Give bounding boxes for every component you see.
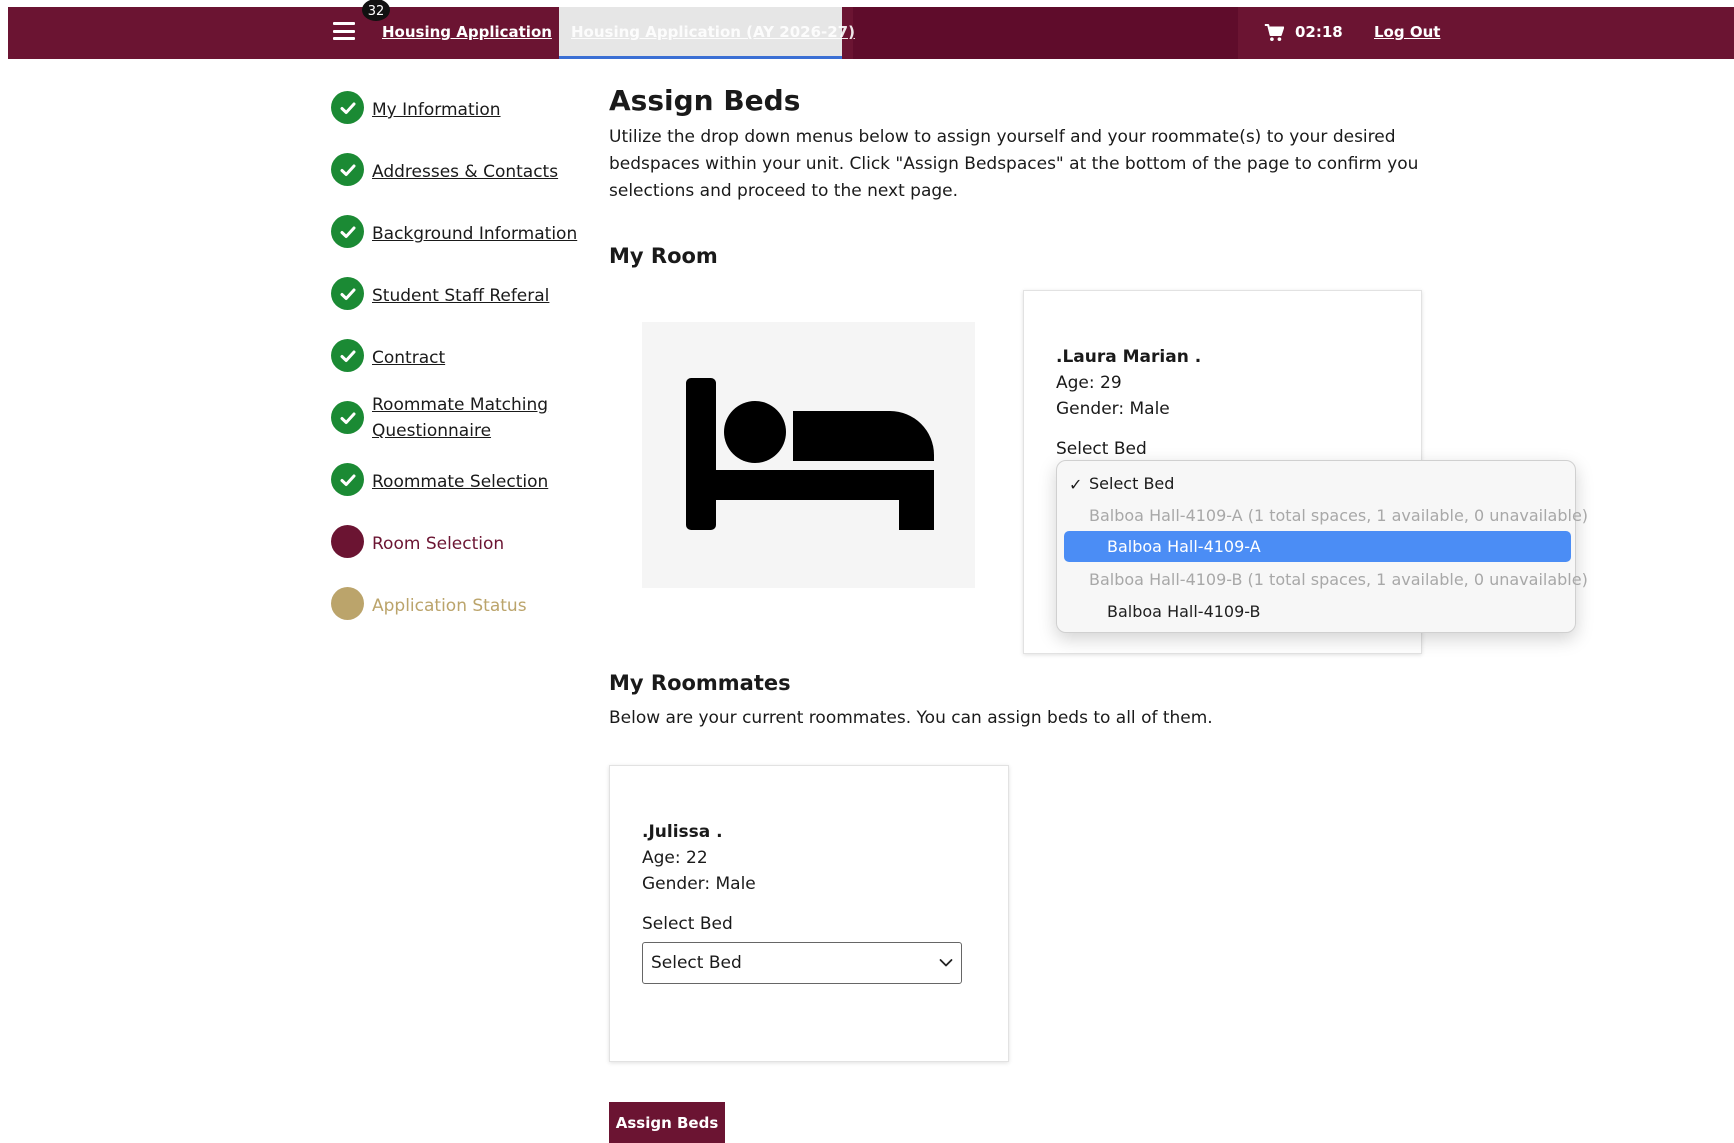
- chevron-down-icon: [939, 959, 953, 967]
- step-addresses-contacts[interactable]: Addresses & Contacts: [331, 153, 592, 186]
- pending-step-dot: [331, 587, 364, 620]
- dropdown-option-group-4109-b: Balboa Hall-4109-B (1 total spaces, 1 av…: [1089, 570, 1588, 589]
- bed-icon: [686, 378, 934, 530]
- roommates-description: Below are your current roommates. You ca…: [609, 708, 1213, 728]
- my-roommates-heading: My Roommates: [609, 671, 791, 695]
- step-label[interactable]: Student Staff Referal: [372, 283, 592, 309]
- step-room-selection: Room Selection: [331, 525, 592, 558]
- roommate-select-bed-label: Select Bed: [642, 914, 733, 934]
- check-icon: [331, 91, 364, 124]
- notification-badge: 32: [362, 0, 390, 21]
- dropdown-option-group-4109-a: Balboa Hall-4109-A (1 total spaces, 1 av…: [1089, 506, 1589, 525]
- hamburger-menu-icon[interactable]: [333, 22, 355, 40]
- my-name: .Laura Marian .: [1056, 347, 1202, 367]
- my-bed-select-dropdown[interactable]: ✓ Select Bed Balboa Hall-4109-A (1 total…: [1056, 460, 1588, 633]
- step-label[interactable]: Roommate Selection: [372, 469, 592, 495]
- step-label: Application Status: [372, 596, 527, 616]
- shopping-cart-icon[interactable]: [1264, 23, 1284, 42]
- nav-tab-active-label: Housing Application (AY 2026-27): [571, 23, 855, 41]
- roommate-name: .Julissa .: [642, 822, 723, 842]
- roommate-bed-select[interactable]: Select Bed: [642, 942, 962, 984]
- dropdown-option-4109-a[interactable]: Balboa Hall-4109-A: [1064, 531, 1571, 562]
- check-icon: [331, 463, 364, 496]
- step-my-information[interactable]: My Information: [331, 91, 592, 124]
- nav-tab-active[interactable]: Housing Application (AY 2026-27): [559, 7, 855, 59]
- step-label[interactable]: Roommate Matching Questionnaire: [372, 392, 592, 444]
- logout-link[interactable]: Log Out: [1374, 23, 1440, 41]
- step-label: Room Selection: [372, 534, 505, 554]
- check-icon: [331, 401, 364, 434]
- select-value: Select Bed: [651, 953, 742, 973]
- assign-beds-button[interactable]: Assign Beds: [609, 1102, 725, 1143]
- dropdown-option-label: Balboa Hall-4109-A: [1107, 537, 1261, 556]
- my-room-heading: My Room: [609, 244, 718, 268]
- page-title: Assign Beds: [609, 84, 801, 117]
- step-student-staff-referal[interactable]: Student Staff Referal: [331, 277, 592, 310]
- check-icon: [331, 277, 364, 310]
- current-step-dot: [331, 525, 364, 558]
- checkmark-icon: ✓: [1069, 475, 1083, 494]
- top-navbar: 32 Housing Application Housing Applicati…: [8, 0, 1734, 59]
- check-icon: [331, 339, 364, 372]
- step-contract[interactable]: Contract: [331, 339, 592, 372]
- nav-housing-application[interactable]: Housing Application: [382, 23, 552, 41]
- bed-image: [642, 322, 975, 588]
- check-icon: [331, 215, 364, 248]
- dropdown-option-4109-b[interactable]: Balboa Hall-4109-B: [1107, 602, 1260, 621]
- step-label[interactable]: Contract: [372, 345, 592, 371]
- step-roommate-matching-questionnaire[interactable]: Roommate Matching Questionnaire: [331, 395, 592, 444]
- check-icon: [331, 153, 364, 186]
- dropdown-option-selected[interactable]: Select Bed: [1089, 474, 1174, 493]
- roommate-gender: Gender: Male: [642, 874, 756, 894]
- my-gender: Gender: Male: [1056, 399, 1170, 419]
- cart-timer: 02:18: [1295, 23, 1343, 41]
- step-application-status: Application Status: [331, 587, 592, 620]
- step-roommate-selection[interactable]: Roommate Selection: [331, 463, 592, 496]
- step-label[interactable]: Background Information: [372, 221, 592, 247]
- step-label[interactable]: My Information: [372, 97, 592, 123]
- step-background-information[interactable]: Background Information: [331, 215, 592, 248]
- my-age: Age: 29: [1056, 373, 1122, 393]
- roommate-age: Age: 22: [642, 848, 708, 868]
- navbar-spacer: [853, 7, 1238, 59]
- step-label[interactable]: Addresses & Contacts: [372, 159, 592, 185]
- intro-text: Utilize the drop down menus below to ass…: [609, 127, 1419, 201]
- my-select-bed-label: Select Bed: [1056, 439, 1147, 459]
- roommate-bed-card: .Julissa . Age: 22 Gender: Male Select B…: [609, 765, 1009, 1062]
